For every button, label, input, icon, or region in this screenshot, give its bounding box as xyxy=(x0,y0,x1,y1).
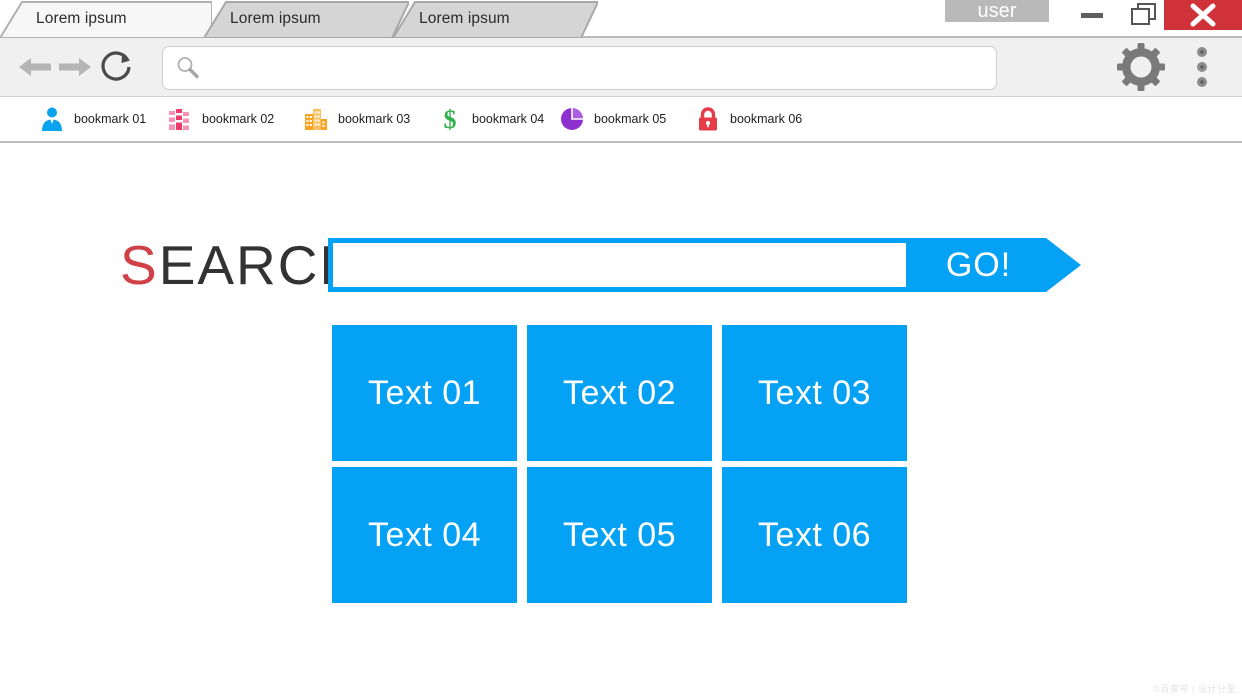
tab-strip: Lorem ipsum Lorem ipsum Lorem ipsum user xyxy=(0,0,1242,38)
svg-text:$: $ xyxy=(444,106,457,132)
browser-toolbar xyxy=(0,38,1242,97)
tile-6[interactable]: Text 06 xyxy=(722,467,907,603)
tile-4[interactable]: Text 04 xyxy=(332,467,517,603)
gear-icon xyxy=(1116,42,1166,92)
bookmark-item-4[interactable]: $ bookmark 04 xyxy=(436,97,544,141)
go-button-label: GO! xyxy=(911,238,1046,292)
bookmark-label: bookmark 05 xyxy=(594,112,666,126)
tile-row: Text 01 Text 02 Text 03 xyxy=(332,325,908,461)
bookmark-label: bookmark 02 xyxy=(202,112,274,126)
reload-icon xyxy=(98,48,136,86)
more-options-button[interactable] xyxy=(1180,38,1224,96)
settings-button[interactable] xyxy=(1109,38,1173,96)
maximize-window-button[interactable] xyxy=(1122,0,1166,30)
binders-folders-icon xyxy=(166,105,194,133)
bookmark-item-1[interactable]: bookmark 01 xyxy=(38,97,146,141)
bookmark-label: bookmark 04 xyxy=(472,112,544,126)
search-input-wrapper[interactable] xyxy=(328,238,911,292)
bookmark-item-5[interactable]: bookmark 05 xyxy=(558,97,666,141)
page-title-first-letter: S xyxy=(120,234,159,296)
minimize-window-button[interactable] xyxy=(1070,0,1114,30)
search-input[interactable] xyxy=(333,243,906,287)
bookmarks-bar: bookmark 01 bookmark 02 xyxy=(0,97,1242,143)
browser-tab-2[interactable]: Lorem ipsum xyxy=(204,0,409,38)
bookmark-label: bookmark 03 xyxy=(338,112,410,126)
buildings-city-icon xyxy=(302,105,330,133)
pie-chart-icon xyxy=(558,105,586,133)
go-button[interactable]: GO! xyxy=(911,238,1081,292)
address-bar[interactable] xyxy=(162,46,997,90)
page-title: SEARCH xyxy=(120,234,361,296)
tile-grid: Text 01 Text 02 Text 03 Text 04 Text 05 … xyxy=(332,325,908,609)
tab-label: Lorem ipsum xyxy=(230,10,321,28)
close-window-button[interactable] xyxy=(1164,0,1242,30)
watermark: ©百家号 / 设计分里 xyxy=(1153,682,1236,695)
kebab-menu-icon xyxy=(1196,46,1208,88)
reload-button[interactable] xyxy=(88,38,146,96)
tile-3[interactable]: Text 03 xyxy=(722,325,907,461)
tab-label: Lorem ipsum xyxy=(36,10,127,28)
minimize-icon xyxy=(1081,13,1103,18)
bookmark-item-6[interactable]: bookmark 06 xyxy=(694,97,802,141)
bookmark-item-3[interactable]: bookmark 03 xyxy=(302,97,410,141)
close-icon xyxy=(1183,2,1223,28)
browser-tab-3[interactable]: Lorem ipsum xyxy=(393,0,598,38)
padlock-icon xyxy=(694,105,722,133)
address-input[interactable] xyxy=(201,53,996,83)
dollar-sign-icon: $ xyxy=(436,105,464,133)
tile-2[interactable]: Text 02 xyxy=(527,325,712,461)
tab-label: Lorem ipsum xyxy=(419,10,510,28)
search-row: SEARCH GO! xyxy=(0,238,1242,300)
tile-row: Text 04 Text 05 Text 06 xyxy=(332,467,908,603)
tile-5[interactable]: Text 05 xyxy=(527,467,712,603)
browser-chrome: Lorem ipsum Lorem ipsum Lorem ipsum user xyxy=(0,0,1242,143)
bookmark-label: bookmark 01 xyxy=(74,112,146,126)
tile-1[interactable]: Text 01 xyxy=(332,325,517,461)
browser-tab-1[interactable]: Lorem ipsum xyxy=(0,0,212,38)
bookmark-label: bookmark 06 xyxy=(730,112,802,126)
user-person-icon xyxy=(38,105,66,133)
restore-window-icon xyxy=(1129,2,1159,28)
bookmark-item-2[interactable]: bookmark 02 xyxy=(166,97,274,141)
user-account-button[interactable]: user xyxy=(945,0,1049,22)
user-account-label: user xyxy=(978,1,1017,21)
search-icon xyxy=(175,55,201,81)
page-content: SEARCH GO! Text 01 Text 02 Text 03 Text … xyxy=(0,144,1242,699)
